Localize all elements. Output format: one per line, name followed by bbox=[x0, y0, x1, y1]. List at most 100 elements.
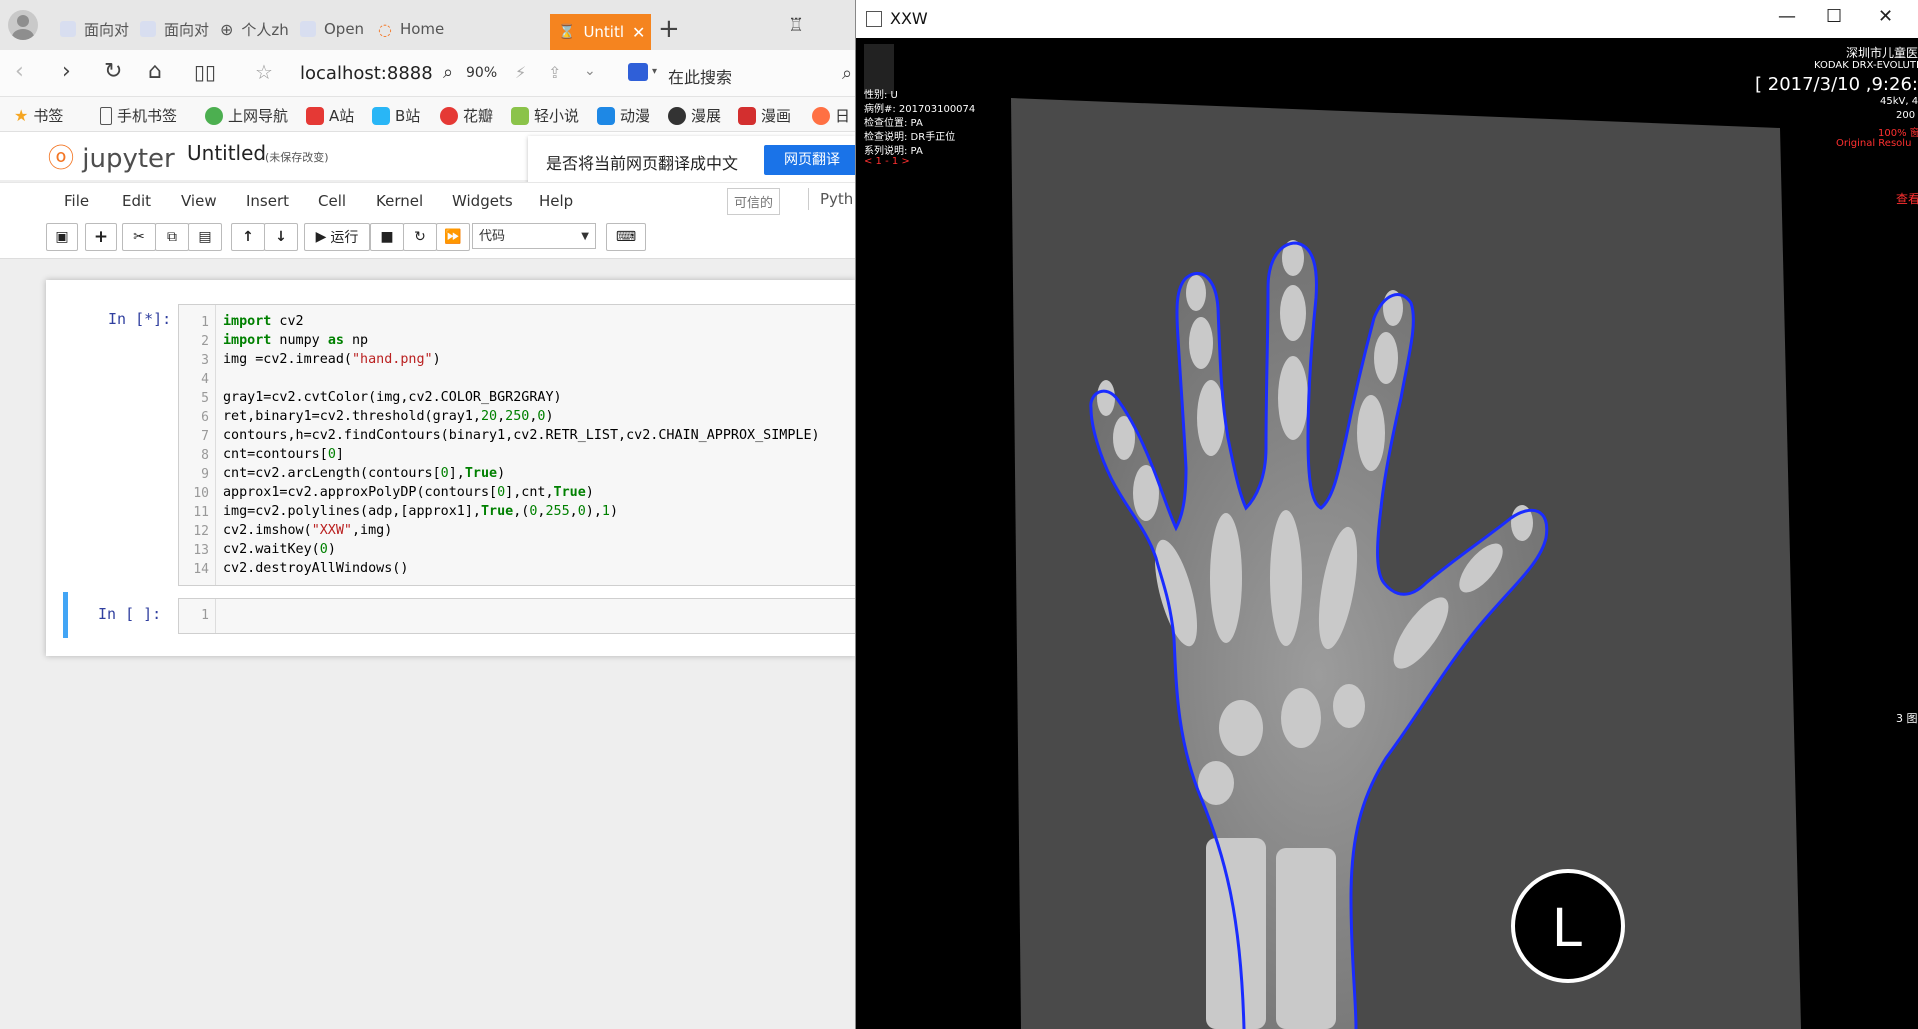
copy-icon: ⧉ bbox=[167, 229, 177, 245]
overlay-text: < 1 - 1 > bbox=[864, 156, 910, 167]
menu-view[interactable]: View bbox=[181, 192, 217, 210]
code-line: cv2.destroyAllWindows() bbox=[223, 561, 409, 576]
save-button[interactable]: ▣ bbox=[46, 223, 78, 251]
bookmark-item[interactable]: 花瓣 bbox=[440, 105, 493, 126]
menu-file[interactable]: File bbox=[64, 192, 89, 210]
move-up-button[interactable]: ↑ bbox=[231, 223, 265, 251]
line-number: 12 bbox=[193, 524, 209, 539]
search-input[interactable]: 在此搜索 bbox=[668, 64, 732, 88]
maximize-icon[interactable]: ☐ bbox=[1826, 6, 1842, 27]
browser-tab[interactable]: ◌ Home bbox=[378, 14, 444, 44]
bookmark-item[interactable]: A站 bbox=[306, 105, 354, 126]
restart-button[interactable]: ↻ bbox=[403, 223, 437, 251]
browser-tab[interactable]: 面向对 bbox=[140, 14, 209, 44]
menu-edit[interactable]: Edit bbox=[122, 192, 151, 210]
reload-icon[interactable]: ↻ bbox=[104, 60, 122, 84]
sf-icon bbox=[511, 106, 529, 125]
bookmark-item[interactable]: 轻小说 bbox=[511, 105, 579, 126]
menu-cell[interactable]: Cell bbox=[318, 192, 346, 210]
new-tab-icon[interactable]: + bbox=[658, 14, 680, 44]
bookmark-item[interactable]: B站 bbox=[372, 105, 420, 126]
selected-cell-indicator bbox=[63, 592, 68, 638]
zoom-icon: ⌕ bbox=[443, 62, 454, 83]
browser-tab[interactable]: ⊕ 个人zh bbox=[220, 14, 289, 44]
menu-help[interactable]: Help bbox=[539, 192, 573, 210]
bookmark-label: 轻小说 bbox=[534, 107, 580, 125]
star-icon: ★ bbox=[14, 106, 29, 125]
search-engine-chevron-icon[interactable]: ▾ bbox=[652, 66, 657, 77]
line-number: 11 bbox=[193, 505, 209, 520]
cut-button[interactable]: ✂ bbox=[122, 223, 156, 251]
address-bar[interactable]: localhost:8888 bbox=[300, 63, 433, 84]
tab-label: Open bbox=[324, 20, 365, 38]
empty-code-cell-editor[interactable]: 1 bbox=[178, 598, 857, 634]
bookmark-item[interactable]: 漫画 bbox=[738, 105, 791, 126]
close-tab-icon[interactable]: ✕ bbox=[632, 23, 645, 42]
expo-icon bbox=[668, 106, 686, 125]
line-number: 14 bbox=[193, 562, 209, 577]
bookmark-item[interactable]: ★ 书签 bbox=[14, 105, 63, 126]
bookmark-item[interactable]: 上网导航 bbox=[205, 105, 288, 126]
jupyter-logo[interactable]: ⓞ jupyter bbox=[48, 138, 175, 175]
move-down-button[interactable]: ↓ bbox=[264, 223, 298, 251]
close-window-icon[interactable]: ✕ bbox=[1878, 6, 1893, 27]
browser-tab[interactable]: 面向对 bbox=[60, 14, 129, 44]
line-number: 6 bbox=[201, 410, 209, 425]
trusted-indicator[interactable]: 可信的 bbox=[727, 188, 781, 215]
run-button[interactable]: ▶ 运行 bbox=[304, 223, 370, 251]
insert-cell-button[interactable]: + bbox=[85, 223, 117, 251]
reader-icon[interactable]: ▯▯ bbox=[194, 60, 216, 84]
bookmark-label: 上网导航 bbox=[228, 107, 289, 125]
restart-icon: ↻ bbox=[414, 229, 426, 245]
back-icon[interactable]: ‹ bbox=[15, 60, 24, 84]
cell-type-value: 代码 bbox=[479, 229, 506, 244]
share-icon[interactable]: ⇪ bbox=[548, 63, 561, 82]
browser-nav-bar: ‹ › ↻ ⌂ ▯▯ ☆ localhost:8888 ⌕ 90% ⚡ ⇪ ⌄ … bbox=[0, 50, 855, 97]
forward-icon[interactable]: › bbox=[62, 60, 71, 84]
home-icon[interactable]: ⌂ bbox=[148, 60, 162, 84]
zoom-level[interactable]: 90% bbox=[466, 65, 497, 81]
browser-tab[interactable]: Open bbox=[300, 14, 364, 44]
line-number: 10 bbox=[193, 486, 209, 501]
code-line: cv2.waitKey(0) bbox=[223, 542, 336, 557]
baidu-icon[interactable] bbox=[628, 63, 648, 81]
translate-button[interactable]: 网页翻译 bbox=[764, 145, 860, 175]
run-all-button[interactable]: ⏩ bbox=[436, 223, 470, 251]
notebook-title[interactable]: Untitled bbox=[187, 141, 266, 165]
logo-text: jupyter bbox=[82, 144, 175, 174]
line-number: 9 bbox=[201, 467, 209, 482]
search-icon[interactable]: ⌕ bbox=[842, 63, 852, 84]
overlay-text: 检查说明: DR手正位 bbox=[864, 132, 956, 143]
interrupt-button[interactable]: ■ bbox=[370, 223, 404, 251]
star-icon[interactable]: ☆ bbox=[255, 60, 273, 84]
line-number: 1 bbox=[201, 608, 209, 623]
browser-tab-active[interactable]: ⌛ Untitl ✕ bbox=[550, 14, 652, 50]
chevron-down-icon[interactable]: ⌄ bbox=[584, 63, 596, 79]
cell-prompt: In [*]: bbox=[108, 310, 172, 328]
minimize-icon[interactable]: — bbox=[1778, 6, 1796, 27]
shirt-icon[interactable]: ♖ bbox=[788, 15, 804, 36]
bookmark-label: 书签 bbox=[33, 107, 64, 125]
bookmark-item[interactable]: 漫展 bbox=[668, 105, 721, 126]
paste-button[interactable]: ▤ bbox=[188, 223, 222, 251]
cell-type-select[interactable]: 代码 ▼ bbox=[472, 223, 596, 249]
plus-icon: + bbox=[93, 227, 109, 247]
menu-kernel[interactable]: Kernel bbox=[376, 192, 423, 210]
bookmark-item[interactable]: 手机书签 bbox=[100, 105, 177, 126]
lightning-icon[interactable]: ⚡ bbox=[515, 63, 526, 82]
play-icon: ▶ bbox=[315, 229, 327, 245]
bookmark-label: 动漫 bbox=[620, 107, 651, 125]
menu-widgets[interactable]: Widgets bbox=[452, 192, 513, 210]
user-avatar-icon[interactable] bbox=[8, 10, 38, 40]
bookmark-item[interactable]: 日 bbox=[812, 105, 850, 126]
code-cell-editor[interactable]: 1 2 3 4 5 6 7 8 9 10 11 12 13 14 import cv2 import num… bbox=[178, 304, 857, 586]
run-label: 运行 bbox=[330, 230, 359, 246]
bookmark-label: 手机书签 bbox=[117, 107, 178, 125]
overlay-text: 200 bbox=[1896, 110, 1916, 121]
menu-insert[interactable]: Insert bbox=[246, 192, 289, 210]
tab-label: 面向对 bbox=[84, 20, 130, 39]
command-palette-button[interactable]: ⌨ bbox=[606, 223, 646, 251]
bookmark-label: B站 bbox=[395, 107, 421, 125]
copy-button[interactable]: ⧉ bbox=[155, 223, 189, 251]
bookmark-item[interactable]: 动漫 bbox=[597, 105, 650, 126]
